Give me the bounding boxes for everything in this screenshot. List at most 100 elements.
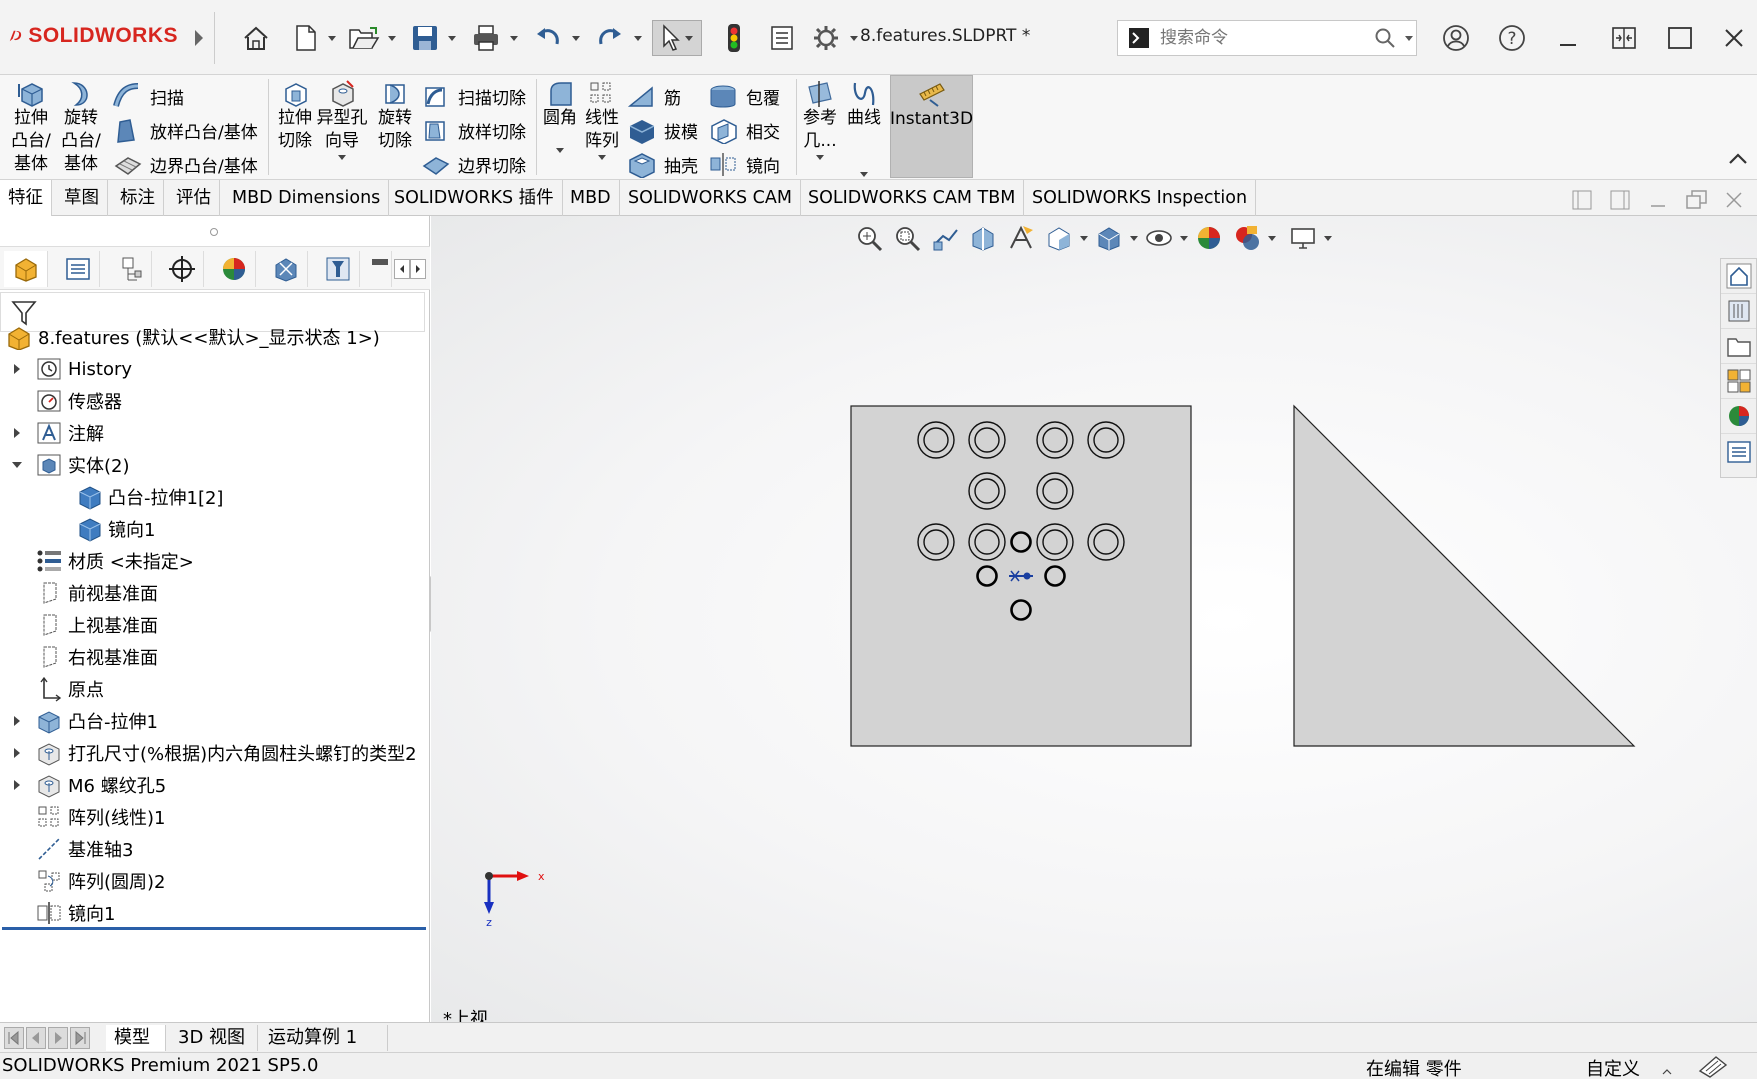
search-dropdown-icon[interactable] — [1404, 34, 1414, 42]
extrude-boss-button[interactable]: 拉伸 凸台/ 基体 — [8, 79, 54, 176]
display-style-icon[interactable] — [1090, 220, 1128, 256]
next-tab-arrow-icon[interactable] — [48, 1027, 68, 1049]
apply-scene-icon[interactable] — [1228, 220, 1266, 256]
options-gear-icon[interactable] — [808, 20, 844, 56]
redo-dropdown-icon[interactable] — [632, 20, 644, 56]
view-triad[interactable]: x z — [484, 870, 545, 929]
fillet-dropdown-icon[interactable] — [555, 146, 565, 154]
undo-icon[interactable] — [530, 20, 566, 56]
feature-manager-icon[interactable] — [4, 251, 48, 287]
undo-dropdown-icon[interactable] — [570, 20, 582, 56]
unit-system-button[interactable]: 自定义 — [1586, 1055, 1640, 1079]
instant3d-button[interactable]: Instant3D — [890, 75, 973, 178]
tree-root-part[interactable]: 8.features (默认<<默认>_显示状态 1>) — [4, 322, 380, 352]
options-dropdown-icon[interactable] — [848, 20, 860, 56]
property-manager-icon[interactable] — [56, 251, 100, 287]
tree-item-boss-extrude1[interactable]: 凸台-拉伸1 — [8, 706, 158, 736]
user-account-icon[interactable] — [1438, 20, 1474, 56]
cam-operation-tree-icon[interactable] — [316, 251, 360, 287]
doc-close-icon[interactable] — [1724, 190, 1744, 210]
minimize-window-icon[interactable] — [1550, 20, 1586, 56]
zoom-to-area-icon[interactable] — [888, 220, 926, 256]
open-folder-icon[interactable] — [344, 20, 384, 56]
save-disk-icon[interactable] — [406, 20, 444, 56]
tab-features[interactable]: 特征 — [0, 180, 52, 216]
curves-dropdown-icon[interactable] — [859, 170, 869, 178]
tree-item-right-plane[interactable]: 右视基准面 — [34, 642, 158, 672]
linear-pattern-button[interactable]: 线性 阵列 — [582, 79, 622, 161]
tile-left-icon[interactable] — [1572, 190, 1592, 210]
tile-right-icon[interactable] — [1610, 190, 1630, 210]
hide-show-dropdown-icon[interactable] — [1178, 220, 1190, 256]
new-dropdown-icon[interactable] — [326, 20, 338, 56]
help-icon[interactable]: ? — [1494, 20, 1530, 56]
tree-item-origin[interactable]: 原点 — [34, 674, 104, 704]
pane-handle-dot[interactable] — [210, 228, 218, 236]
rollback-bar[interactable] — [2, 927, 426, 930]
graphics-area[interactable]: x z — [431, 216, 1757, 1022]
redo-icon[interactable] — [592, 20, 628, 56]
print-icon[interactable] — [466, 20, 506, 56]
command-search-box[interactable] — [1117, 20, 1417, 56]
tab-solidworks-addins[interactable]: SOLIDWORKS 插件 — [386, 180, 563, 216]
linear-pattern-dropdown-icon[interactable] — [597, 153, 607, 161]
intersect-button[interactable]: 相交 — [708, 113, 780, 147]
scroll-right-arrow-icon[interactable] — [410, 259, 426, 279]
design-library-icon[interactable] — [1721, 294, 1756, 329]
save-dropdown-icon[interactable] — [446, 20, 458, 56]
hide-show-items-icon[interactable] — [1140, 220, 1178, 256]
file-properties-icon[interactable] — [764, 20, 800, 56]
expand-arrow-icon[interactable] — [8, 363, 26, 375]
expand-arrow-icon[interactable] — [8, 747, 26, 759]
tree-item-history[interactable]: History — [8, 354, 132, 384]
boundary-boss-button[interactable]: 边界凸台/基体 — [112, 147, 258, 181]
dimxpert-manager-icon[interactable] — [160, 251, 204, 287]
tree-item-mirror1[interactable]: 镜向1 — [34, 898, 115, 928]
tree-item-sensors[interactable]: 传感器 — [8, 386, 122, 416]
view-palette-icon[interactable] — [1721, 364, 1756, 399]
tab-solidworks-cam-tbm[interactable]: SOLIDWORKS CAM TBM — [800, 180, 1025, 216]
tab-3d-views[interactable]: 3D 视图 — [170, 1025, 258, 1051]
revolve-boss-button[interactable]: 旋转 凸台/ 基体 — [58, 79, 104, 176]
tab-mbd[interactable]: MBD — [562, 180, 620, 216]
view-orientation-icon[interactable] — [1040, 220, 1078, 256]
file-explorer-icon[interactable] — [1721, 329, 1756, 364]
reference-geometry-dropdown-icon[interactable] — [815, 153, 825, 161]
print-dropdown-icon[interactable] — [508, 20, 520, 56]
tab-markup[interactable]: 标注 — [112, 180, 164, 216]
view-orientation-dropdown-icon[interactable] — [1078, 220, 1090, 256]
reference-geometry-button[interactable]: 参考 几... — [798, 79, 842, 161]
dynamic-annotation-icon[interactable] — [1002, 220, 1040, 256]
tab-mbd-dimensions[interactable]: MBD Dimensions — [224, 180, 390, 216]
tree-item-hole-size[interactable]: 打孔尺寸(%根据)内六角圆柱头螺钉的类型2 — [8, 738, 417, 768]
mirror-button[interactable]: 镜向 — [708, 147, 780, 181]
open-dropdown-icon[interactable] — [386, 20, 398, 56]
tree-item-m6-tapped-hole[interactable]: M6 螺纹孔5 — [8, 770, 166, 800]
tree-item-solid-bodies[interactable]: 实体(2) — [8, 450, 130, 480]
expand-arrow-icon[interactable] — [8, 779, 26, 791]
collapse-arrow-icon[interactable] — [8, 460, 26, 470]
home-icon[interactable] — [238, 20, 274, 56]
expand-menu-arrow-icon[interactable] — [188, 20, 210, 56]
tree-item-body-boss-extrude[interactable]: 凸台-拉伸1[2] — [74, 482, 223, 512]
prev-tab-arrow-icon[interactable] — [26, 1027, 46, 1049]
view-settings-dropdown-icon[interactable] — [1322, 220, 1334, 256]
close-window-icon[interactable] — [1716, 20, 1752, 56]
shell-button[interactable]: 抽壳 — [626, 147, 698, 181]
tab-solidworks-cam[interactable]: SOLIDWORKS CAM — [620, 180, 801, 216]
tab-model[interactable]: 模型 — [106, 1025, 166, 1051]
tree-item-axis3[interactable]: 基准轴3 — [34, 834, 133, 864]
fillet-button[interactable]: 圆角 — [540, 79, 580, 154]
revolve-cut-button[interactable]: 旋转 切除 — [372, 79, 418, 153]
sweep-cut-button[interactable]: 扫描切除 — [420, 79, 526, 113]
hole-wizard-dropdown-icon[interactable] — [337, 153, 347, 161]
command-search-input[interactable] — [1160, 28, 1360, 48]
solidworks-resources-home-icon[interactable] — [1721, 259, 1756, 294]
boundary-cut-button[interactable]: 边界切除 — [420, 147, 526, 181]
doc-restore-icon[interactable] — [1686, 190, 1707, 210]
more-managers-icon[interactable] — [368, 251, 392, 287]
draft-button[interactable]: 拔模 — [626, 113, 698, 147]
edit-appearance-icon[interactable] — [1190, 220, 1228, 256]
cam-feature-tree-icon[interactable] — [264, 251, 308, 287]
tree-item-body-mirror[interactable]: 镜向1 — [74, 514, 155, 544]
